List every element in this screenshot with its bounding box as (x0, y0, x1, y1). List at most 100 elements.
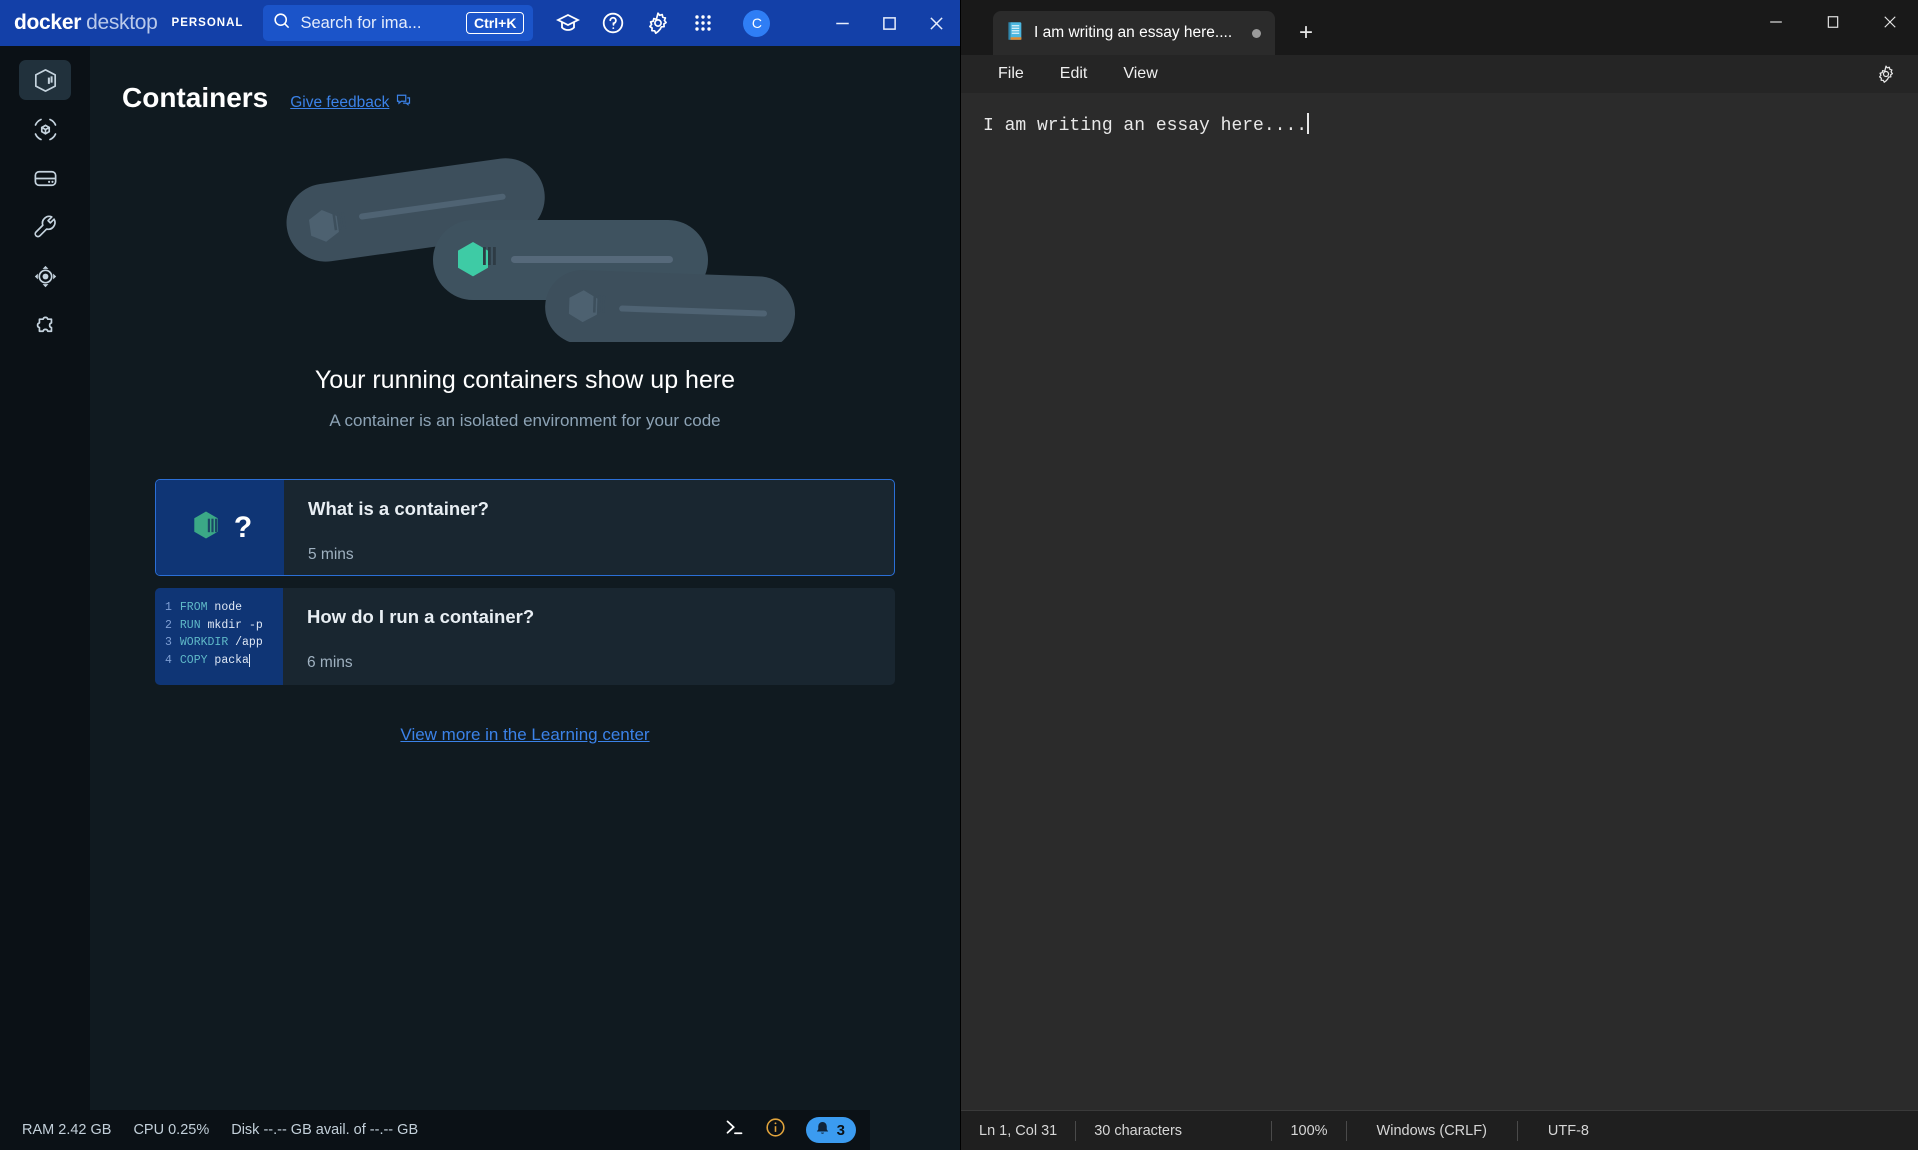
status-bar-actions: 3 (724, 1117, 856, 1143)
view-more-learning-center-link[interactable]: View more in the Learning center (400, 725, 649, 744)
notepad-status-bar: Ln 1, Col 31 30 characters 100% Windows … (961, 1110, 1918, 1150)
page-header: Containers Give feedback (90, 46, 960, 114)
code-line: 1 FROM node (165, 599, 283, 617)
document-text: I am writing an essay here.... (983, 116, 1308, 136)
docker-logo-bold: docker (14, 11, 82, 34)
sidebar-item-containers[interactable] (19, 60, 71, 100)
docker-titlebar: docker desktop PERSONAL Search for ima..… (0, 0, 960, 46)
character-count[interactable]: 30 characters (1076, 1120, 1200, 1142)
docker-desktop-window: docker desktop PERSONAL Search for ima..… (0, 0, 960, 1150)
notepad-tab[interactable]: I am writing an essay here.... (993, 11, 1275, 55)
question-mark-icon: ? (233, 510, 253, 544)
unsaved-changes-dot[interactable] (1252, 28, 1261, 38)
apps-grid-icon[interactable] (690, 11, 715, 36)
code-line-number: 1 (165, 601, 172, 614)
docker-window-controls (819, 0, 960, 46)
card-art-dockerfile-code: 1 FROM node 2 RUN mkdir -p 3 WORKDIR /app 4… (155, 588, 283, 685)
code-line: 2 RUN mkdir -p (165, 617, 283, 635)
sidebar-item-images[interactable] (19, 109, 71, 149)
menu-view[interactable]: View (1110, 60, 1170, 88)
cursor-position[interactable]: Ln 1, Col 31 (961, 1120, 1075, 1142)
card-body: What is a container? 5 mins (284, 480, 894, 575)
desktop-root: docker desktop PERSONAL Search for ima..… (0, 0, 1918, 1150)
code-text: packa (214, 653, 249, 667)
sidebar-item-extensions[interactable] (19, 305, 71, 345)
docker-body: Containers Give feedback Your running co… (0, 46, 960, 1150)
terminal-icon[interactable] (724, 1117, 745, 1143)
notifications-badge[interactable]: 3 (805, 1117, 856, 1143)
code-line-number: 3 (165, 636, 172, 649)
notepad-tab-title: I am writing an essay here.... (1034, 24, 1233, 41)
search-input[interactable]: Search for ima... Ctrl+K (263, 5, 534, 41)
disk-stat: Disk --.-- GB avail. of --.-- GB (231, 1122, 419, 1138)
give-feedback-link[interactable]: Give feedback (290, 93, 411, 113)
search-icon (272, 11, 291, 35)
learning-cards: ? What is a container? 5 mins 1 FROM node (155, 479, 895, 685)
container-hexagon-icon (188, 507, 224, 548)
encoding[interactable]: UTF-8 (1518, 1120, 1619, 1142)
docker-logo: docker desktop (14, 11, 158, 35)
card-title: What is a container? (308, 498, 489, 519)
cpu-stat: CPU 0.25% (133, 1122, 210, 1138)
sidebar-item-docker-scout[interactable] (19, 256, 71, 296)
docker-status-bar: RAM 2.42 GB CPU 0.25% Disk --.-- GB avai… (0, 1110, 870, 1150)
sidebar-item-volumes[interactable] (19, 158, 71, 198)
code-line: 3 WORKDIR /app (165, 634, 283, 652)
docker-main-content: Containers Give feedback Your running co… (90, 46, 960, 1150)
code-line-number: 2 (165, 618, 172, 632)
page-title: Containers (122, 82, 269, 113)
maximize-button[interactable] (866, 0, 913, 46)
minimize-button[interactable] (819, 0, 866, 46)
docker-logo-light: desktop (86, 11, 158, 34)
card-title: How do I run a container? (307, 606, 535, 627)
card-art-container-question: ? (156, 480, 284, 575)
notepad-file-icon (1007, 21, 1024, 46)
close-button[interactable] (913, 0, 960, 46)
new-tab-button[interactable]: + (1289, 16, 1323, 50)
notification-count: 3 (836, 1121, 845, 1139)
code-text: mkdir -p (207, 618, 263, 632)
zoom-level[interactable]: 100% (1272, 1120, 1345, 1142)
line-endings[interactable]: Windows (CRLF) (1347, 1120, 1517, 1142)
code-keyword: COPY (179, 653, 208, 667)
minimize-button[interactable] (1747, 0, 1804, 44)
code-line: 4 COPY packa (165, 652, 283, 670)
empty-state-title: Your running containers show up here (314, 366, 736, 394)
code-text: node (214, 601, 243, 614)
code-keyword: FROM (179, 601, 208, 614)
code-caret (248, 653, 250, 667)
learning-card-how-do-i-run-a-container[interactable]: 1 FROM node 2 RUN mkdir -p 3 WORKDIR /app 4… (155, 588, 895, 685)
empty-state-illustration (215, 142, 835, 351)
settings-gear-icon[interactable] (645, 11, 670, 36)
search-placeholder: Search for ima... (300, 13, 422, 32)
give-feedback-label: Give feedback (290, 94, 390, 111)
docker-sidebar (0, 46, 90, 1150)
close-button[interactable] (1861, 0, 1918, 44)
empty-state-subtitle: A container is an isolated environment f… (329, 411, 721, 430)
menu-edit[interactable]: Edit (1047, 60, 1101, 88)
learning-center-icon[interactable] (555, 11, 580, 36)
card-duration: 5 mins (308, 546, 354, 563)
text-caret (1307, 113, 1309, 134)
avatar[interactable]: C (743, 9, 771, 37)
learning-card-what-is-a-container[interactable]: ? What is a container? 5 mins (155, 479, 895, 576)
maximize-button[interactable] (1804, 0, 1861, 44)
notepad-window-controls (1747, 0, 1918, 44)
sidebar-item-builds[interactable] (19, 207, 71, 247)
help-icon[interactable] (600, 11, 625, 36)
card-duration: 6 mins (307, 654, 353, 671)
ram-stat: RAM 2.42 GB (22, 1122, 112, 1138)
notepad-text-area[interactable]: I am writing an essay here.... (961, 93, 1918, 1110)
code-line-number: 4 (165, 653, 172, 667)
menu-file[interactable]: File (985, 60, 1037, 88)
info-icon[interactable] (765, 1117, 786, 1143)
notepad-titlebar: I am writing an essay here.... + (961, 0, 1918, 55)
titlebar-icons: C (555, 9, 771, 37)
settings-gear-icon[interactable] (1872, 60, 1900, 88)
notepad-window: I am writing an essay here.... + File Ed… (960, 0, 1918, 1150)
search-shortcut-badge: Ctrl+K (466, 12, 525, 34)
learning-center-link-wrap: View more in the Learning center (90, 725, 960, 745)
bell-icon (814, 1120, 831, 1141)
code-text: /app (235, 636, 263, 649)
feedback-chat-icon (396, 93, 411, 113)
